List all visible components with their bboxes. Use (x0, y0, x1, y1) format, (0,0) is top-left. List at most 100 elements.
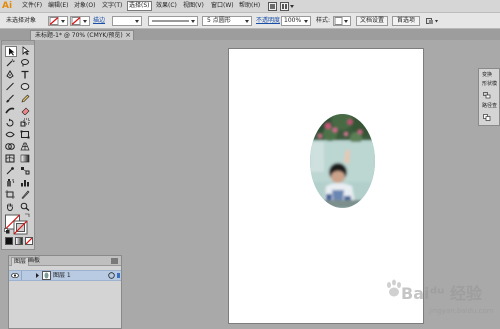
menu-help[interactable]: 帮助(H) (239, 2, 260, 10)
pencil-icon (21, 94, 30, 103)
eyedropper-tool[interactable] (5, 166, 17, 177)
eraser-tool[interactable] (20, 106, 32, 117)
panel-pathfinder[interactable]: 路径查 (482, 103, 497, 109)
chevron-down-icon[interactable] (134, 17, 140, 25)
line-segment-tool[interactable] (5, 82, 17, 93)
arrange-documents-icon[interactable] (280, 2, 289, 11)
stroke-weight-field[interactable] (112, 16, 142, 26)
clipped-photo[interactable] (310, 114, 375, 208)
none-button[interactable] (25, 237, 33, 245)
pencil-tool[interactable] (20, 94, 32, 105)
panel-grip[interactable] (2, 41, 34, 45)
magic-wand-icon (6, 58, 16, 67)
menu-window[interactable]: 窗口(W) (211, 2, 234, 10)
watermark-text: Baiᵈᵘ 经验 (401, 284, 483, 303)
width-tool-icon (5, 131, 15, 138)
pen-icon (6, 70, 14, 79)
stroke-none-icon (71, 17, 87, 25)
magic-wand-tool[interactable] (5, 58, 17, 69)
stroke-color-swatch[interactable] (70, 16, 90, 26)
paintbrush-tool[interactable] (5, 94, 17, 105)
width-tool[interactable] (5, 130, 17, 141)
panel-transform[interactable]: 变换 (482, 72, 492, 78)
free-transform-tool[interactable] (20, 130, 32, 141)
type-t-icon (21, 70, 29, 79)
chevron-down-icon[interactable] (290, 5, 294, 8)
zoom-tool[interactable] (20, 202, 32, 213)
menu-select[interactable]: 选择(S) (127, 1, 152, 11)
blend-icon (21, 167, 30, 175)
bridge-icon[interactable] (268, 2, 277, 11)
photo-image (310, 114, 375, 208)
artboard-tool[interactable] (5, 190, 17, 201)
symbol-sprayer-tool[interactable] (5, 178, 17, 189)
pathfinder-icon[interactable] (483, 114, 491, 121)
free-transform-icon (20, 130, 30, 139)
rotate-icon (6, 118, 14, 127)
slice-icon (21, 190, 30, 199)
layers-panel: 图层 画板 图层 1 (8, 255, 122, 329)
stroke-link[interactable]: 描边 (93, 17, 105, 25)
variable-width-profile[interactable] (148, 16, 198, 26)
opacity-link[interactable]: 不透明度 (256, 17, 280, 25)
none-icon (26, 238, 32, 244)
baidu-jingyan-watermark: Baiᵈᵘ 经验 jingyan.baidu.com (385, 275, 500, 325)
divider (21, 271, 22, 280)
eye-visibility-icon[interactable] (11, 272, 19, 279)
perspective-grid-tool[interactable] (20, 142, 32, 153)
layer-thumbnail (42, 271, 51, 280)
menu-view[interactable]: 视图(V) (183, 2, 204, 10)
zoom-icon (20, 202, 30, 211)
blob-brush-tool[interactable] (5, 106, 17, 117)
preferences-button[interactable]: 首选项 (392, 16, 420, 26)
opacity-value: 100% (284, 17, 302, 24)
menu-file[interactable]: 文件(F) (22, 2, 42, 10)
blend-tool[interactable] (20, 166, 32, 177)
blob-brush-icon (5, 107, 15, 114)
shape-builder-tool[interactable] (5, 142, 17, 153)
document-tab[interactable]: 未标题-1* @ 70% (CMYK/预览) × (30, 30, 134, 40)
lasso-tool[interactable] (20, 58, 32, 69)
menu-type[interactable]: 文字(T) (102, 2, 122, 10)
graphic-style-swatch[interactable] (333, 16, 351, 26)
brush-definition-field[interactable]: 5 点圆形 (202, 16, 252, 26)
mesh-tool[interactable] (5, 154, 17, 165)
chevron-down-icon[interactable] (303, 17, 309, 25)
target-circle-icon[interactable] (108, 272, 115, 279)
ellipse-tool[interactable] (20, 82, 32, 93)
default-colors-icon[interactable] (4, 228, 10, 234)
align-icon[interactable] (483, 92, 491, 99)
column-graph-tool[interactable] (20, 178, 32, 189)
document-setup-button[interactable]: 文档设置 (356, 16, 388, 26)
gradient-button[interactable] (15, 237, 23, 245)
arrange-icon[interactable] (426, 18, 438, 25)
tab-artboards[interactable]: 画板 (26, 257, 42, 266)
pen-tool[interactable] (5, 70, 17, 81)
direct-selection-tool[interactable] (20, 46, 32, 57)
fill-color-swatch[interactable] (48, 16, 68, 26)
panel-menu-icon[interactable] (111, 258, 118, 264)
close-icon[interactable]: × (125, 31, 131, 39)
ellipse-icon (20, 83, 30, 90)
menu-effect[interactable]: 效果(C) (156, 2, 177, 10)
lasso-icon (21, 59, 29, 67)
slice-tool[interactable] (20, 190, 32, 201)
gradient-tool[interactable] (20, 154, 32, 165)
panel-pathfinder-shape[interactable]: 形状模 (482, 81, 497, 87)
selection-tool[interactable] (5, 46, 17, 57)
chevron-down-icon[interactable] (244, 17, 250, 25)
scale-icon (20, 118, 30, 127)
rotate-tool[interactable] (5, 118, 17, 129)
menu-edit[interactable]: 编辑(E) (48, 2, 68, 10)
type-tool[interactable] (20, 70, 32, 81)
hand-tool[interactable] (5, 202, 17, 213)
opacity-field[interactable]: 100% (281, 16, 311, 26)
document-tab-label: 未标题-1* @ 70% (CMYK/预览) (35, 32, 123, 39)
menu-object[interactable]: 对象(O) (74, 2, 95, 10)
layer-row[interactable]: 图层 1 (9, 270, 121, 281)
color-button[interactable] (5, 237, 13, 245)
scale-tool[interactable] (20, 118, 32, 129)
app-logo: Ai (2, 1, 13, 11)
expand-arrow-icon[interactable] (35, 272, 40, 279)
lock-toggle[interactable] (23, 272, 32, 279)
